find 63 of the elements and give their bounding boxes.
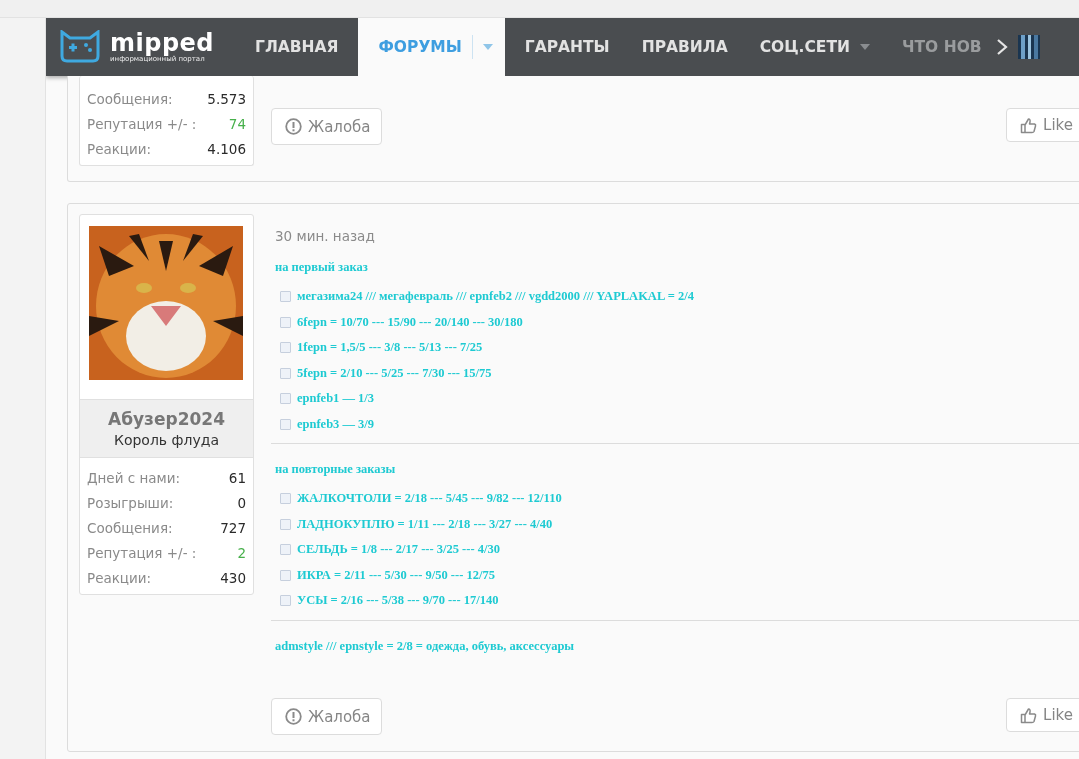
- promo-code-line: 6fepn = 10/70 --- 15/90 --- 20/140 --- 30/180: [297, 314, 523, 330]
- thumbs-up-icon: [1020, 116, 1038, 134]
- section-heading: на повторные заказы: [275, 461, 397, 478]
- stat-value: 430: [220, 569, 246, 586]
- chevron-right-icon[interactable]: [995, 38, 1008, 56]
- stat-label: Сообщения:: [87, 90, 173, 107]
- warning-icon: [285, 708, 302, 725]
- checkbox-icon: [280, 393, 291, 405]
- promo-code-line: ИКРА = 2/11 --- 5/30 --- 9/50 --- 12/75: [297, 567, 495, 583]
- stat-value: 0: [237, 494, 246, 511]
- checkbox-icon: [280, 595, 291, 607]
- stat-value: 5.573: [207, 90, 246, 107]
- checkbox-icon: [280, 569, 291, 581]
- post-time: 30 мин. назад: [275, 228, 376, 244]
- checkbox-icon: [280, 342, 291, 354]
- caret-icon[interactable]: [482, 44, 493, 50]
- stat-label: Репутация +/- :: [87, 544, 197, 561]
- nav-tab[interactable]: СОЦ.СЕТИ: [747, 18, 890, 76]
- checkbox-icon: [280, 316, 291, 328]
- stat-label: Реакции:: [87, 140, 152, 157]
- like-button[interactable]: Like: [1006, 108, 1079, 142]
- stat-label: Сообщения:: [87, 519, 173, 536]
- promo-code-line: ЛАДНОКУПЛЮ = 1/11 --- 2/18 --- 3/27 --- 4/40: [297, 516, 553, 532]
- promo-code-line: мегазима24 /// мегафевраль /// epnfeb2 /// vgdd2000 /// YAPLAKAL = 2/4: [297, 289, 694, 305]
- stat-label: Репутация +/- :: [87, 115, 197, 132]
- promo-code-line: СЕЛЬДЬ = 1/8 --- 2/17 --- 3/25 --- 4/30: [297, 542, 500, 558]
- nav-tab[interactable]: ГЛАВНАЯ: [243, 18, 359, 76]
- report-button[interactable]: Жалоба: [271, 698, 382, 735]
- stat-label: Дней с нами:: [87, 469, 181, 486]
- nav-tab[interactable]: ФОРУМЫ: [358, 18, 505, 76]
- stat-value: 2: [237, 544, 246, 561]
- promo-code-line: УСЫ = 2/16 --- 5/38 --- 9/70 --- 17/140: [297, 593, 499, 609]
- promo-code-line: epnfeb1 — 1/3: [297, 391, 375, 407]
- user-rank: Король флуда: [113, 432, 220, 448]
- promo-code-line: ЖАЛКОЧТОЛИ = 2/18 --- 5/45 --- 9/82 --- 12/110: [297, 491, 562, 507]
- promo-code-line: epnfeb3 — 3/9: [297, 416, 375, 432]
- stat-label: Розыгрыши:: [87, 494, 174, 511]
- stat-value: 4.106: [207, 140, 246, 157]
- stat-value: 61: [228, 469, 246, 486]
- checkbox-icon: [280, 544, 291, 556]
- stat-value: 74: [228, 115, 246, 132]
- section-heading: на первый заказ: [275, 259, 369, 276]
- checkbox-icon: [280, 418, 291, 430]
- checkbox-icon: [280, 518, 291, 530]
- nav-tab[interactable]: ПРАВИЛА: [629, 18, 748, 76]
- promo-code-line: 1fepn = 1,5/5 --- 3/8 --- 5/13 --- 7/25: [297, 340, 483, 356]
- like-button[interactable]: Like: [1006, 698, 1079, 732]
- checkbox-icon: [280, 367, 291, 379]
- checkbox-icon: [280, 493, 291, 505]
- promo-code-line: 5fepn = 2/10 --- 5/25 --- 7/30 --- 15/75: [297, 365, 492, 381]
- username-link[interactable]: Абузер2024: [108, 409, 225, 429]
- report-button[interactable]: Жалоба: [271, 108, 382, 145]
- warning-icon: [285, 118, 302, 135]
- stat-label: Реакции:: [87, 569, 152, 586]
- thumbs-up-icon: [1020, 706, 1038, 724]
- caret-icon[interactable]: [860, 44, 870, 50]
- stat-value: 727: [220, 519, 246, 536]
- checkbox-icon: [280, 291, 291, 303]
- site-logo-text[interactable]: mipped: [110, 31, 215, 55]
- section-heading: admstyle /// epnstyle = 2/8 = одежда, обувь, аксессуары: [275, 637, 576, 655]
- nav-tab[interactable]: ЧТО НОВ: [890, 18, 996, 76]
- nav-tab[interactable]: ГАРАНТЫ: [512, 18, 630, 76]
- gamepad-logo-icon[interactable]: [58, 30, 102, 64]
